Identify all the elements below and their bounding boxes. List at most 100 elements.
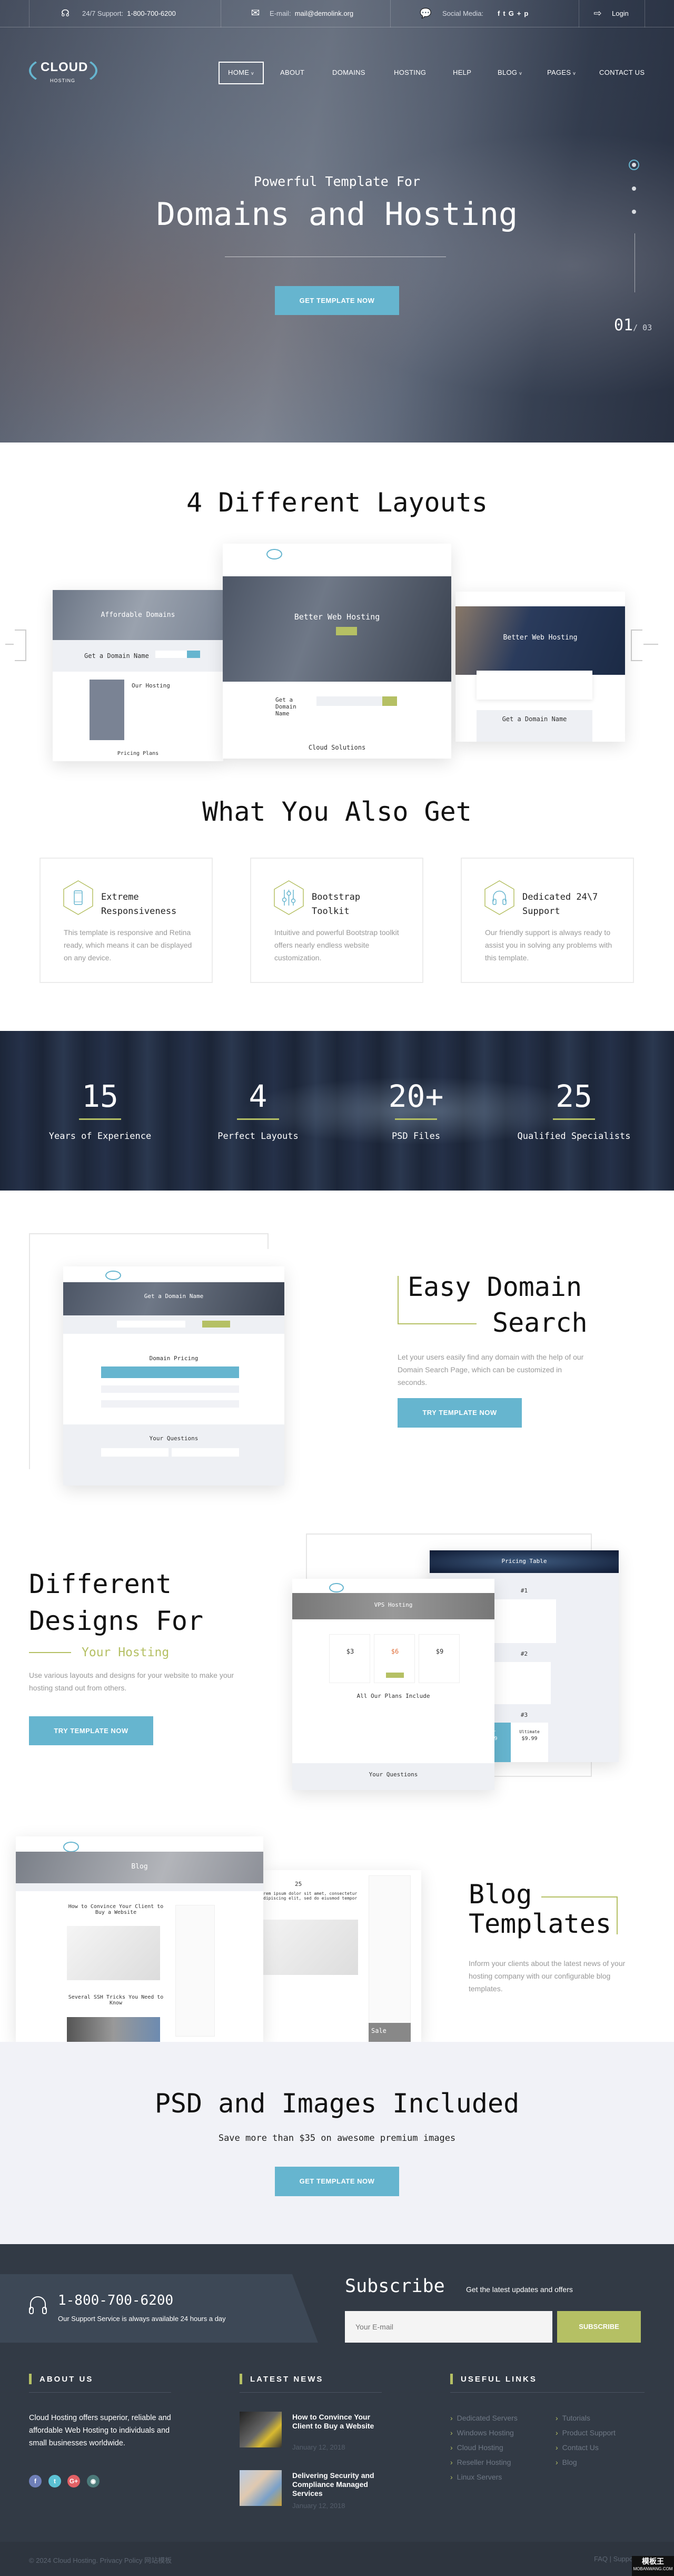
- vps-hosting-preview[interactable]: VPS Hosting $3 $6 $9 All Our Plans Inclu…: [292, 1579, 494, 1790]
- about-heading: ABOUT US: [39, 2375, 94, 2384]
- chevron-down-icon: v: [251, 71, 254, 76]
- blog-post-preview[interactable]: 25 rem ipsum dolor sit amet, consectetur…: [263, 1870, 421, 2042]
- slider-dot[interactable]: [632, 210, 636, 214]
- news-title[interactable]: How to Convince Your Client to Buy a Web…: [292, 2413, 382, 2431]
- google-plus-icon[interactable]: G+: [509, 9, 524, 17]
- layouts-title: 4 Different Layouts: [186, 487, 488, 518]
- preview-hero-text: VPS Hosting: [374, 1601, 413, 1608]
- hero-title: Domains and Hosting: [156, 196, 518, 233]
- preview-text: Your Questions: [149, 1435, 199, 1442]
- email-link[interactable]: mail@demolink.org: [295, 9, 353, 17]
- bracket-left: [15, 630, 26, 661]
- section-title: Easy Domain: [408, 1272, 582, 1302]
- login-link[interactable]: Login: [612, 9, 629, 17]
- get-template-button[interactable]: GET TEMPLATE NOW: [275, 2167, 399, 2196]
- slide-total: / 03: [633, 323, 652, 332]
- nav-blog[interactable]: BLOG v: [498, 68, 522, 76]
- feature-card: Dedicated 24\7 Support Our friendly suppo…: [461, 858, 634, 983]
- preview-hero-text: Pricing Table: [501, 1558, 547, 1565]
- subscribe-button[interactable]: SUBSCRIBE: [557, 2311, 641, 2343]
- layout-preview-2[interactable]: Better Web Hosting Get a Domain Name Clo…: [223, 544, 451, 759]
- try-template-button[interactable]: TRY TEMPLATE NOW: [398, 1398, 522, 1428]
- footer-link[interactable]: › Blog: [556, 2458, 577, 2466]
- google-plus-icon[interactable]: G+: [67, 2475, 80, 2487]
- news-thumbnail[interactable]: [240, 2412, 282, 2447]
- layout-preview-3[interactable]: Better Web Hosting Get a Domain Name: [455, 592, 625, 742]
- preview-cards: [477, 671, 592, 700]
- preview-text: Get a Domain Name: [502, 715, 567, 723]
- nav-home[interactable]: HOME v: [228, 68, 254, 76]
- about-text: Cloud Hosting offers superior, reliable …: [29, 2414, 171, 2447]
- facebook-icon[interactable]: f: [498, 9, 503, 17]
- chat-bubble-icon: 💬: [420, 8, 432, 18]
- watermark-logo: 模板王 MOBANWANG.COM: [632, 2556, 674, 2576]
- footer-link[interactable]: › Tutorials: [556, 2414, 590, 2422]
- chevron-right-icon: ›: [450, 2414, 453, 2422]
- logo[interactable]: CLOUD HOSTING: [29, 53, 97, 89]
- preview-text: Our Hosting: [132, 682, 170, 689]
- preview-day: 25: [295, 1881, 302, 1887]
- footer-link[interactable]: › Linux Servers: [450, 2473, 502, 2481]
- preview-hero-text: Better Web Hosting: [294, 612, 380, 622]
- links-heading: USEFUL LINKS: [461, 2375, 537, 2384]
- link-label: Blog: [562, 2458, 577, 2466]
- get-template-button[interactable]: GET TEMPLATE NOW: [275, 286, 399, 315]
- blog-list-preview[interactable]: Blog How to Convince Your Client to Buy …: [16, 1836, 263, 2042]
- try-template-button[interactable]: TRY TEMPLATE NOW: [29, 1716, 153, 1745]
- preview-input: [117, 1321, 185, 1328]
- subscribe-title: Subscribe: [345, 2276, 445, 2297]
- news-thumbnail[interactable]: [240, 2470, 282, 2506]
- footer-link[interactable]: › Windows Hosting: [450, 2428, 514, 2437]
- chevron-right-icon: ›: [556, 2458, 558, 2466]
- stat-value: 4: [249, 1078, 267, 1114]
- watermark-text: 模板王: [642, 2557, 664, 2565]
- footer-link[interactable]: › Cloud Hosting: [450, 2443, 503, 2452]
- layout-preview-1[interactable]: Affordable Domains Get a Domain Name Our…: [53, 590, 223, 761]
- support-phone[interactable]: 1-800-700-6200: [127, 9, 176, 17]
- stat-value: 20+: [388, 1078, 444, 1114]
- preview-hero-text: Affordable Domains: [101, 611, 175, 619]
- news-title[interactable]: Delivering Security and Compliance Manag…: [292, 2471, 382, 2498]
- nav-domains[interactable]: DOMAINS: [332, 68, 365, 76]
- nav-about[interactable]: ABOUT: [280, 68, 304, 76]
- preview-post-title: Several SSH Tricks You Need to Know: [68, 1994, 164, 2006]
- support-panel-bg: [0, 2274, 318, 2343]
- instagram-icon[interactable]: ◉: [87, 2475, 100, 2487]
- heading-accent: [450, 2374, 453, 2384]
- footer-link[interactable]: › Contact Us: [556, 2443, 599, 2452]
- hero-subtitle: Powerful Template For: [253, 174, 421, 189]
- footer-phone[interactable]: 1-800-700-6200: [58, 2293, 173, 2308]
- psd-band: PSD and Images Included Save more than $…: [0, 2042, 674, 2244]
- nav-pages[interactable]: PAGES v: [547, 68, 576, 76]
- preview-text: Pricing Plans: [117, 751, 159, 756]
- preview-text: Your Questions: [369, 1771, 418, 1778]
- preview-hero-text: Better Web Hosting: [503, 634, 578, 642]
- accent-line: [398, 1276, 399, 1324]
- accent-line: [29, 1652, 71, 1653]
- nav-help[interactable]: HELP: [453, 68, 471, 76]
- logo-subtext: HOSTING: [50, 78, 76, 83]
- nav-hosting[interactable]: HOSTING: [394, 68, 426, 76]
- preview-price: $3: [346, 1648, 354, 1655]
- domain-search-preview[interactable]: Get a Domain Name Domain Pricing Your Qu…: [63, 1266, 284, 1486]
- footer-link[interactable]: › Reseller Hosting: [450, 2458, 511, 2466]
- footer-link[interactable]: › Dedicated Servers: [450, 2414, 518, 2422]
- preview-video: [90, 680, 124, 740]
- nav-contact[interactable]: CONTACT US: [599, 68, 645, 76]
- divider: [390, 0, 391, 27]
- chevron-down-icon: v: [519, 71, 522, 76]
- card-title: Dedicated 24\7 Support: [522, 890, 598, 919]
- section-subtitle: Your Hosting: [82, 1646, 170, 1659]
- slider-dot[interactable]: [632, 186, 636, 191]
- link-label: Reseller Hosting: [457, 2458, 511, 2466]
- news-heading: LATEST NEWS: [250, 2375, 324, 2384]
- faq-link[interactable]: FAQ: [594, 2555, 608, 2563]
- twitter-icon[interactable]: t: [503, 9, 508, 17]
- stat-value: 25: [556, 1078, 592, 1114]
- facebook-icon[interactable]: f: [29, 2475, 42, 2487]
- twitter-icon[interactable]: t: [48, 2475, 61, 2487]
- footer-link[interactable]: › Product Support: [556, 2428, 616, 2437]
- email-input[interactable]: [345, 2311, 552, 2343]
- pinterest-icon[interactable]: p: [524, 9, 531, 17]
- slider-dot-active[interactable]: [629, 160, 639, 170]
